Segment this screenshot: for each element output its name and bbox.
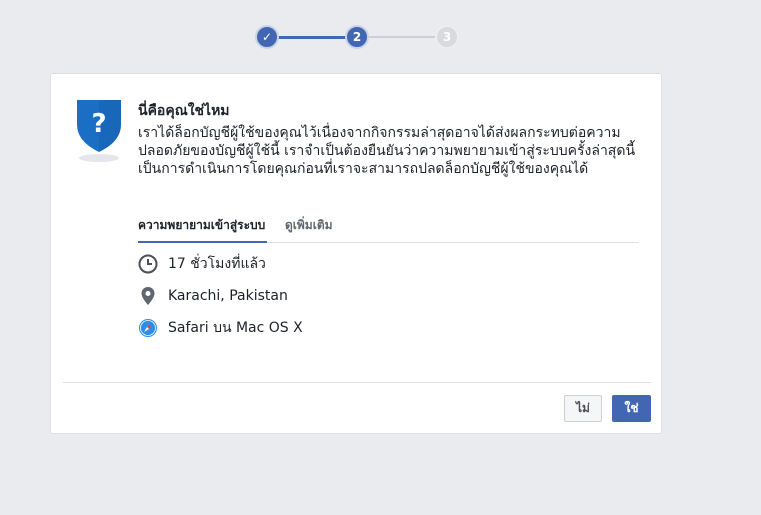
login-location-row: Karachi, Pakistan bbox=[138, 284, 288, 308]
login-device-text: Safari บน Mac OS X bbox=[168, 320, 303, 336]
login-location-text: Karachi, Pakistan bbox=[168, 288, 288, 304]
tab-login-attempt[interactable]: ความพยายามเข้าสู่ระบบ bbox=[138, 211, 268, 243]
step-2-number: 2 bbox=[352, 30, 362, 44]
location-pin-icon bbox=[138, 286, 158, 306]
yes-button[interactable]: ใช่ bbox=[612, 395, 651, 422]
no-button[interactable]: ไม่ bbox=[564, 395, 602, 422]
checkmark-icon: ✓ bbox=[261, 30, 273, 44]
step-1-complete: ✓ bbox=[255, 25, 279, 49]
dialog-title: นี่คือคุณใช่ไหม bbox=[138, 103, 230, 119]
stepper-line-completed bbox=[278, 36, 346, 39]
progress-stepper: ✓ 2 3 bbox=[0, 0, 761, 70]
step-2-current: 2 bbox=[345, 25, 369, 49]
login-device-row: Safari บน Mac OS X bbox=[138, 316, 303, 340]
tab-bar: ความพยายามเข้าสู่ระบบ ดูเพิ่มเติม bbox=[138, 211, 639, 243]
clock-icon bbox=[138, 254, 158, 274]
safari-compass-icon bbox=[138, 318, 158, 338]
shield-question-icon: ? bbox=[77, 100, 121, 162]
login-time-text: 17 ชั่วโมงที่แล้ว bbox=[168, 256, 266, 272]
login-time-row: 17 ชั่วโมงที่แล้ว bbox=[138, 252, 266, 276]
shield-question-mark: ? bbox=[91, 109, 106, 139]
step-3-number: 3 bbox=[442, 30, 452, 44]
verification-dialog: ? นี่คือคุณใช่ไหม เราได้ล็อกบัญชีผู้ใช้ข… bbox=[50, 73, 662, 434]
footer-divider bbox=[63, 382, 651, 383]
dialog-description: เราได้ล็อกบัญชีผู้ใช้ของคุณไว้เนื่องจากก… bbox=[138, 125, 636, 177]
stepper-line-pending bbox=[368, 36, 436, 38]
tab-see-more[interactable]: ดูเพิ่มเติม bbox=[285, 211, 333, 241]
step-3-pending: 3 bbox=[435, 25, 459, 49]
